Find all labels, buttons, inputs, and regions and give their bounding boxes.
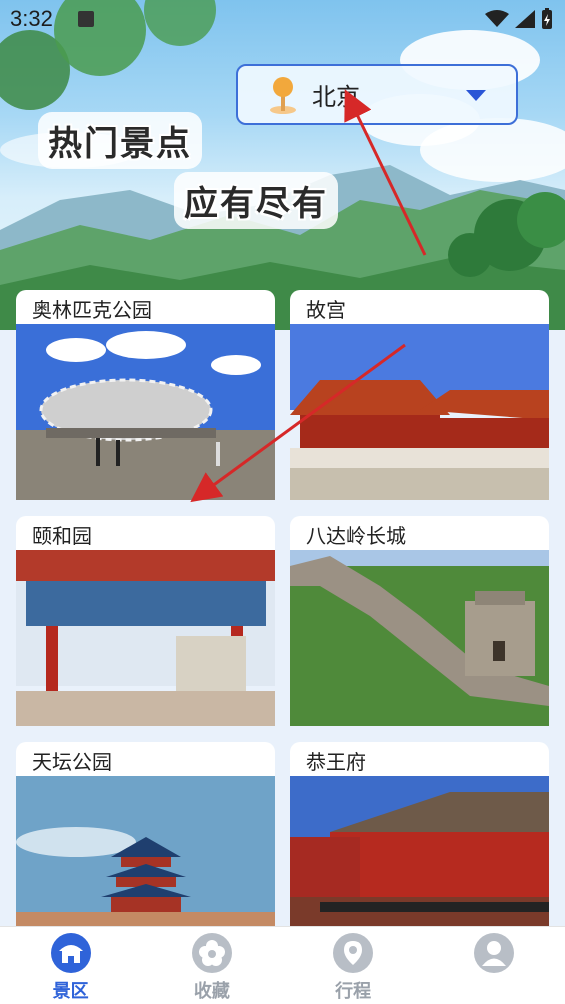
- attraction-photo: [290, 546, 549, 726]
- city-selector[interactable]: 北京: [236, 64, 518, 125]
- tab-profile[interactable]: [424, 927, 565, 1004]
- tab-itinerary[interactable]: 行程: [283, 927, 424, 1004]
- wifi-icon: [485, 10, 509, 27]
- attraction-card-prince-gong-mansion[interactable]: 恭王府: [290, 742, 549, 952]
- attraction-photo: [16, 546, 275, 726]
- favorite-flower-icon: [191, 933, 232, 973]
- location-pin-icon: [270, 76, 296, 114]
- dropdown-arrow-icon: [466, 90, 486, 101]
- cell-signal-icon: [515, 10, 535, 28]
- attraction-card-temple-of-heaven[interactable]: 天坛公园: [16, 742, 275, 952]
- scenic-spot-icon: [50, 933, 91, 973]
- attraction-card-great-wall[interactable]: 八达岭长城: [290, 516, 549, 726]
- tab-scenic[interactable]: 景区: [0, 927, 141, 1004]
- tab-label: 行程: [335, 981, 372, 1002]
- attraction-name: 天坛公园: [16, 742, 275, 776]
- banner-slogan-2: 应有尽有: [174, 172, 338, 229]
- city-name: 北京: [312, 83, 360, 111]
- attraction-photo: [290, 772, 549, 952]
- attraction-photo: [290, 320, 549, 500]
- attraction-card-forbidden-city[interactable]: 故宫: [290, 290, 549, 500]
- attraction-card-summer-palace[interactable]: 颐和园: [16, 516, 275, 726]
- itinerary-pin-icon: [333, 933, 374, 973]
- notification-app-icon: [78, 11, 94, 27]
- status-icons: [485, 8, 553, 30]
- tab-label: 景区: [52, 981, 89, 1002]
- attraction-name: 故宫: [290, 290, 549, 324]
- tab-label: 收藏: [193, 981, 230, 1002]
- status-time: 3:32: [10, 6, 53, 31]
- attraction-card-olympic-park[interactable]: 奥林匹克公园: [16, 290, 275, 500]
- attraction-name: 颐和园: [16, 516, 275, 550]
- hero-banner: 3:32 北京 热门景点 应有尽有: [0, 0, 565, 330]
- attraction-photo: [16, 772, 275, 952]
- status-bar: 3:32: [0, 0, 565, 40]
- bottom-tab-bar: 景区 收藏 行程: [0, 926, 565, 1004]
- battery-icon: [542, 8, 552, 29]
- profile-icon: [474, 933, 515, 973]
- banner-slogan-1: 热门景点: [38, 112, 202, 169]
- tab-favorites[interactable]: 收藏: [141, 927, 282, 1004]
- attraction-photo: [16, 320, 275, 500]
- attraction-name: 恭王府: [290, 742, 549, 776]
- attraction-name: 奥林匹克公园: [16, 290, 275, 324]
- attraction-name: 八达岭长城: [290, 516, 549, 550]
